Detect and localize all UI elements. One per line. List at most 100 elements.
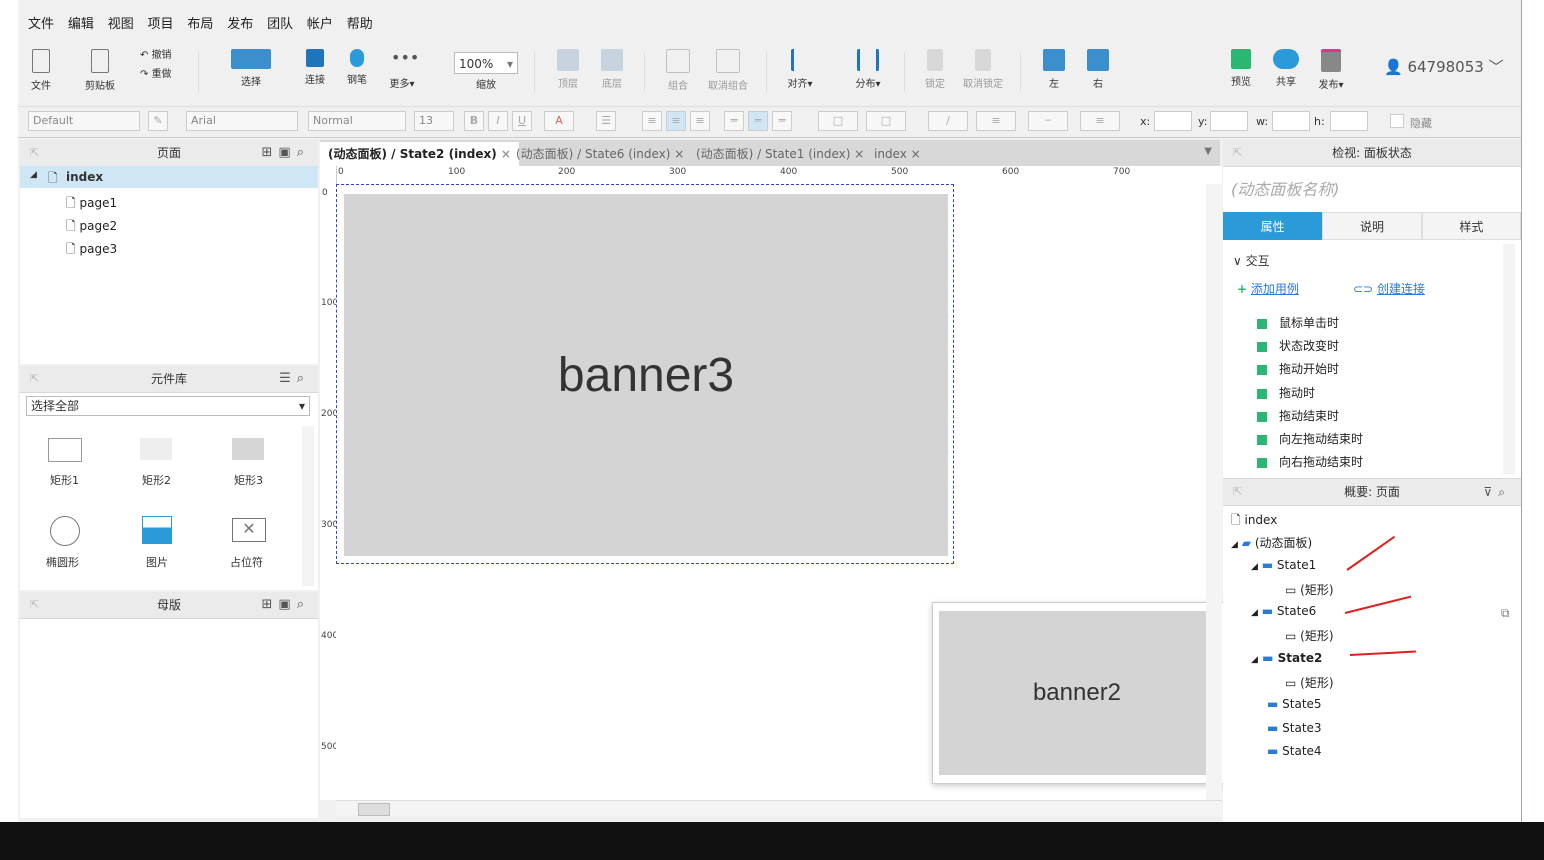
menu-file[interactable]: 文件	[28, 13, 54, 32]
underline-button[interactable]: U	[512, 111, 532, 131]
scrollbar-thumb[interactable]	[358, 803, 390, 816]
add-folder-icon[interactable]: ▣	[278, 145, 296, 160]
outline-state-2[interactable]: ◢ ▬ State2	[1251, 651, 1322, 665]
menu-account[interactable]: 帐户	[307, 13, 333, 32]
pin-icon[interactable]: ⇱	[30, 140, 39, 166]
align-text-left-button[interactable]: ≡	[642, 111, 662, 131]
outline-item-index[interactable]: 🗋 index	[1231, 511, 1277, 532]
event-click[interactable]: 鼠标单击时	[1257, 314, 1339, 331]
font-color-button[interactable]: A	[544, 111, 574, 131]
align-button[interactable]: 对齐▾	[780, 40, 820, 102]
undo-button[interactable]: ↶ 撤销	[140, 46, 188, 61]
more-button[interactable]: ••• 更多▾	[384, 40, 420, 102]
menu-icon[interactable]: ☰	[279, 371, 297, 386]
y-field[interactable]	[1210, 111, 1248, 131]
lock-button[interactable]: 锁定	[920, 40, 950, 102]
library-select[interactable]: 选择全部 ▾	[26, 396, 310, 416]
group-button[interactable]: 组合	[662, 40, 694, 102]
banner3-rectangle[interactable]: banner3	[344, 194, 948, 556]
redo-button[interactable]: ↷ 重做	[140, 65, 188, 80]
menu-publish[interactable]: 发布	[227, 13, 253, 32]
outline-state-3[interactable]: ▬ State3	[1267, 721, 1322, 735]
align-text-right-button[interactable]: ≡	[690, 111, 710, 131]
outline-state-4[interactable]: ▬ State4	[1267, 744, 1322, 758]
bring-top-button[interactable]: 顶层	[552, 40, 584, 102]
ungroup-button[interactable]: 取消组合	[704, 40, 752, 102]
tab-state1[interactable]: (动态面板) / State1 (index) ×	[688, 142, 872, 166]
outline-rectangle[interactable]: ▭ (矩形)	[1285, 627, 1334, 644]
line-width-button[interactable]: ≡	[976, 111, 1016, 131]
pin-icon[interactable]: ⇱	[30, 366, 39, 392]
duplicate-icon[interactable]: ⧉	[1501, 606, 1510, 621]
ellipse-widget-icon[interactable]	[50, 516, 80, 546]
menu-edit[interactable]: 编辑	[68, 13, 94, 32]
line-style-button[interactable]: ┄	[1028, 111, 1068, 131]
collapse-triangle-icon[interactable]: ◢	[1231, 540, 1238, 550]
inspector-scrollbar[interactable]	[1503, 244, 1515, 474]
arrow-style-button[interactable]: ≡	[1080, 111, 1120, 131]
collapse-triangle-icon[interactable]: ◢	[1251, 608, 1258, 618]
rectangle3-widget-icon[interactable]	[232, 438, 264, 460]
line-color-button[interactable]: ∕	[928, 111, 968, 131]
fill-color-button[interactable]: □	[818, 111, 858, 131]
tab-properties[interactable]: 属性	[1223, 212, 1323, 240]
pin-icon[interactable]: ⇱	[1233, 140, 1242, 166]
page-item-page3[interactable]: 🗋 page3	[66, 240, 117, 261]
valign-top-button[interactable]: ═	[724, 111, 744, 131]
event-state-change[interactable]: 状态改变时	[1257, 337, 1339, 354]
clipboard-button[interactable]: 剪贴板	[80, 40, 120, 102]
align-text-center-button[interactable]: ≡	[666, 111, 686, 131]
pen-button[interactable]: 钢笔	[342, 40, 372, 102]
page-item-page1[interactable]: 🗋 page1	[66, 194, 117, 215]
add-master-icon[interactable]: ⊞	[262, 597, 279, 612]
preview-button[interactable]: 预览	[1226, 40, 1256, 102]
bold-button[interactable]: B	[464, 111, 484, 131]
tab-notes[interactable]: 说明	[1322, 212, 1422, 240]
weight-select[interactable]: Normal	[308, 111, 406, 131]
menu-team[interactable]: 团队	[267, 13, 293, 32]
rectangle1-widget-icon[interactable]	[48, 438, 82, 462]
file-button[interactable]: 文件	[26, 40, 56, 102]
page-item-page2[interactable]: 🗋 page2	[66, 217, 117, 238]
select-button[interactable]: 选择	[214, 40, 288, 102]
collapse-triangle-icon[interactable]: ◢	[1251, 655, 1258, 665]
close-icon[interactable]: ×	[911, 147, 921, 161]
tab-index[interactable]: index ×	[866, 142, 929, 166]
menu-help[interactable]: 帮助	[347, 13, 373, 32]
zoom-select[interactable]: 100% ▾	[454, 52, 518, 74]
distribute-button[interactable]: 分布▾	[848, 40, 888, 102]
italic-button[interactable]: I	[488, 111, 508, 131]
filter-icon[interactable]: ⊽	[1483, 485, 1498, 499]
search-icon[interactable]: ⌕	[297, 597, 310, 612]
placeholder-widget-icon[interactable]: ✕	[232, 518, 266, 542]
size-select[interactable]: 13	[414, 111, 454, 131]
menu-layout[interactable]: 布局	[187, 13, 213, 32]
connect-button[interactable]: 连接	[300, 40, 330, 102]
library-scrollbar[interactable]	[302, 426, 314, 586]
interaction-section[interactable]: ∨ 交互	[1233, 252, 1270, 269]
event-swipe-right[interactable]: 向右拖动结束时	[1257, 453, 1363, 470]
event-drag-end[interactable]: 拖动结束时	[1257, 407, 1339, 424]
outline-rectangle[interactable]: ▭ (矩形)	[1285, 674, 1334, 691]
style-select[interactable]: Default	[28, 111, 140, 131]
shadow-button[interactable]: □	[866, 111, 906, 131]
send-bottom-button[interactable]: 底层	[596, 40, 628, 102]
event-drag[interactable]: 拖动时	[1257, 384, 1315, 401]
tabs-dropdown-icon[interactable]: ▼	[1204, 146, 1212, 157]
align-left-button[interactable]: 左	[1040, 40, 1068, 102]
search-icon[interactable]: ⌕	[297, 371, 310, 386]
rectangle2-widget-icon[interactable]	[140, 438, 172, 460]
search-icon[interactable]: ⌕	[1498, 485, 1511, 499]
create-link[interactable]: ⊂⊃ 创建连接	[1353, 280, 1425, 297]
unlock-button[interactable]: 取消锁定	[960, 40, 1006, 102]
list-button[interactable]: ☰	[596, 111, 616, 131]
close-icon[interactable]: ×	[854, 147, 864, 161]
outline-state-6[interactable]: ◢ ▬ State6	[1251, 604, 1316, 618]
font-select[interactable]: Arial	[186, 111, 298, 131]
h-field[interactable]	[1330, 111, 1368, 131]
pin-icon[interactable]: ⇱	[1233, 479, 1242, 505]
style-edit-icon[interactable]: ✎	[148, 111, 168, 131]
pin-icon[interactable]: ⇱	[30, 592, 39, 618]
event-drag-start[interactable]: 拖动开始时	[1257, 360, 1339, 377]
event-swipe-left[interactable]: 向左拖动结束时	[1257, 430, 1363, 447]
